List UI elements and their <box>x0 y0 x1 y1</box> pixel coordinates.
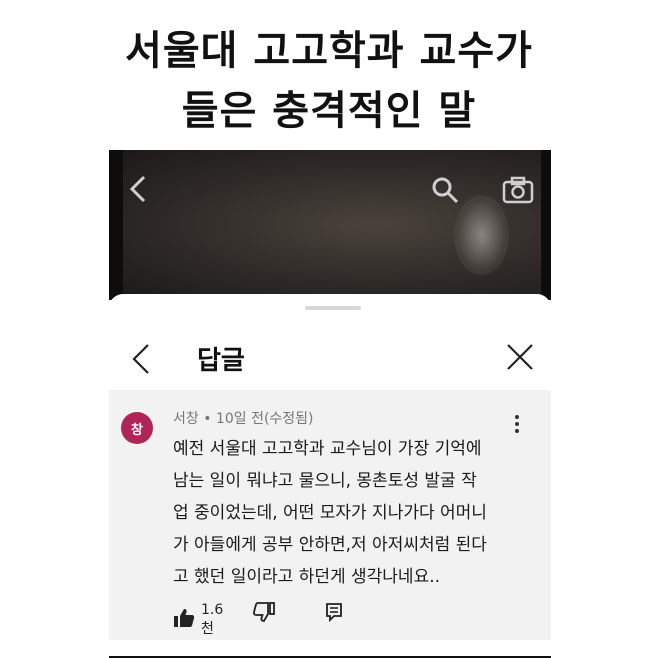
sheet-drag-handle[interactable] <box>305 306 361 310</box>
camera-icon[interactable] <box>502 176 534 208</box>
sheet-title: 답글 <box>197 346 245 376</box>
video-frame-figure <box>454 195 509 275</box>
thumbs-up-icon <box>173 608 195 632</box>
comment-text-line: 예전 서울대 고고학과 교수님이 가장 기억에 <box>173 439 482 459</box>
search-icon[interactable] <box>431 176 459 208</box>
video-player[interactable] <box>109 150 551 300</box>
comment-meta: 서창 • 10일 전(수정됨) <box>173 411 314 427</box>
reply-icon <box>325 603 343 626</box>
sheet-header: 답글 <box>109 334 551 384</box>
comment-text-line: 고 했던 일이라고 하던게 생각나네요.. <box>173 567 441 587</box>
reply-button[interactable] <box>325 602 343 626</box>
thumbs-down-icon <box>252 602 275 626</box>
back-icon[interactable] <box>131 342 151 380</box>
headline-line-2: 들은 충격적인 말 <box>181 88 477 134</box>
more-vert-icon[interactable] <box>514 414 520 438</box>
like-count: 1.6천 <box>201 602 224 637</box>
video-right-edge <box>541 150 551 300</box>
close-icon[interactable] <box>505 342 535 376</box>
like-button[interactable]: 1.6천 <box>173 602 223 638</box>
dislike-button[interactable] <box>252 602 275 626</box>
replies-sheet: 답글 창 서창 • 10일 전(수정됨) 예전 서울대 고고학과 교수님이 가장… <box>109 294 551 658</box>
comment-text-line: 가 아들에게 공부 안하면,저 아저씨처럼 된다 <box>173 535 487 555</box>
headline-line-1: 서울대 고고학과 교수가 <box>125 28 533 74</box>
avatar[interactable]: 창 <box>121 412 153 444</box>
video-left-edge <box>109 150 123 300</box>
comment-text-line: 업 중이었는데, 어떤 모자가 지나가다 어머니 <box>173 503 487 523</box>
back-icon[interactable] <box>129 174 147 208</box>
comment-text-line: 남는 일이 뭐냐고 물으니, 몽촌토성 발굴 작 <box>173 471 477 491</box>
comment-card: 창 서창 • 10일 전(수정됨) 예전 서울대 고고학과 교수님이 가장 기억… <box>109 390 551 640</box>
